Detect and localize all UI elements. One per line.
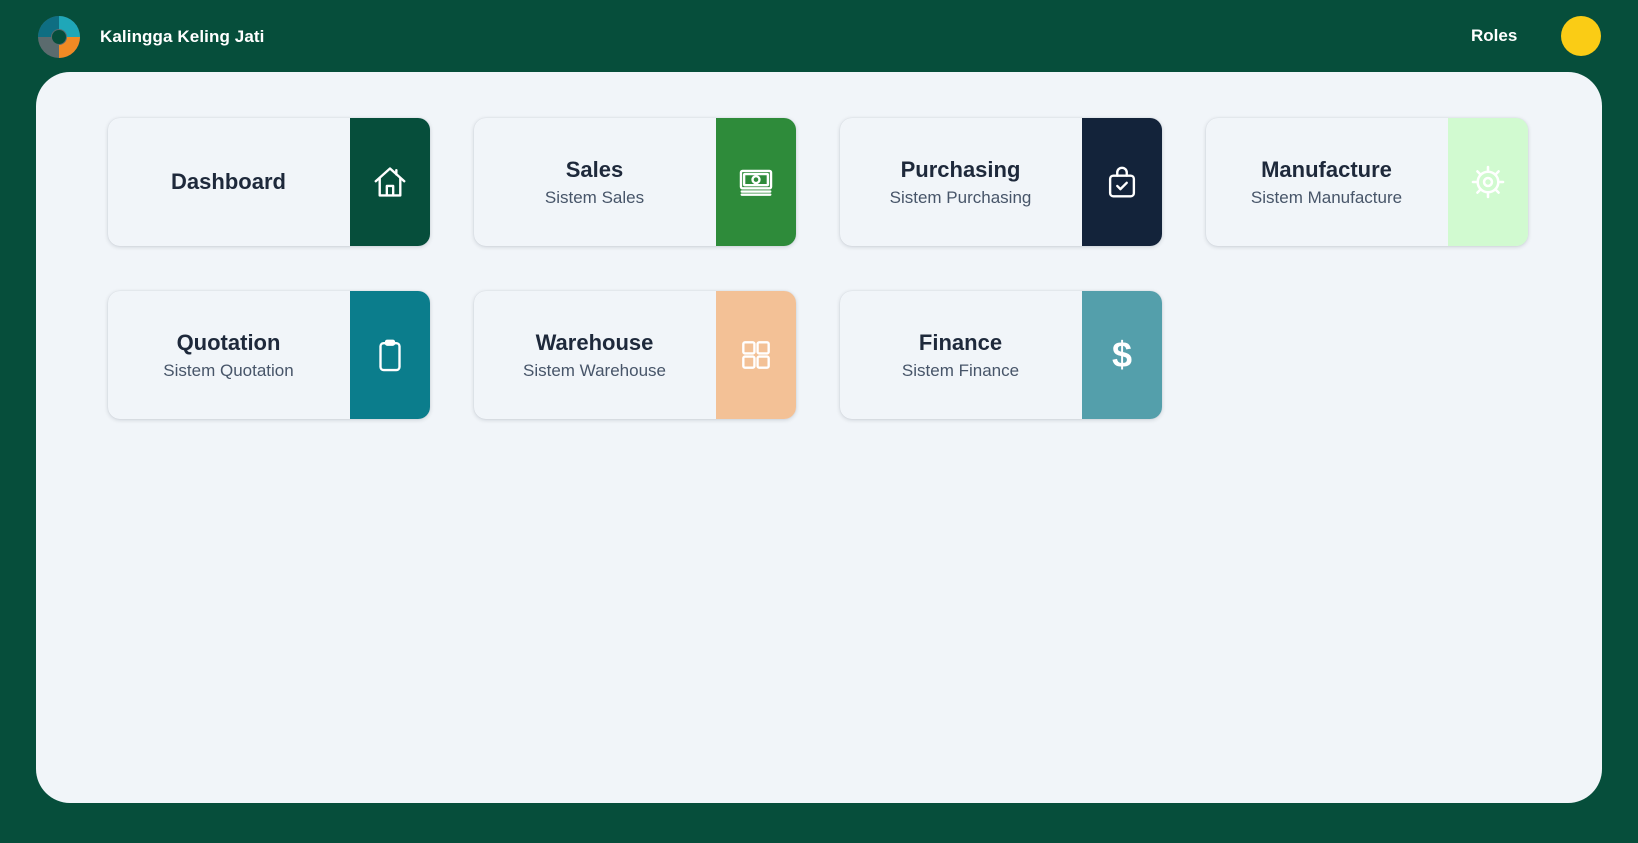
card-subtitle: Sistem Warehouse — [523, 360, 666, 380]
manufacture-card[interactable]: Manufacture Sistem Manufacture — [1206, 118, 1528, 246]
gear-icon — [1471, 165, 1505, 199]
main-panel: Dashboard Sales Sistem Sales Purchasing … — [36, 72, 1602, 803]
card-title: Sales — [565, 156, 624, 182]
card-icon-box — [716, 291, 796, 419]
clipboard-icon — [379, 339, 401, 372]
cash-icon — [739, 169, 773, 196]
warehouse-card[interactable]: Warehouse Sistem Warehouse — [474, 291, 796, 419]
card-text: Warehouse Sistem Warehouse — [474, 291, 715, 419]
card-text: Manufacture Sistem Manufacture — [1206, 118, 1447, 246]
grid-icon — [742, 341, 770, 369]
card-title: Manufacture — [1261, 156, 1392, 182]
card-title: Warehouse — [535, 329, 654, 355]
card-icon-box — [1082, 118, 1162, 246]
quotation-card[interactable]: Quotation Sistem Quotation — [108, 291, 430, 419]
dashboard-card[interactable]: Dashboard — [108, 118, 430, 246]
logo-icon — [38, 16, 80, 58]
card-icon-box — [350, 118, 430, 246]
finance-card[interactable]: Finance Sistem Finance $ — [840, 291, 1162, 419]
module-grid: Dashboard Sales Sistem Sales Purchasing … — [108, 118, 1528, 419]
card-icon-box: $ — [1082, 291, 1162, 419]
avatar[interactable] — [1561, 16, 1601, 56]
card-text: Quotation Sistem Quotation — [108, 291, 349, 419]
card-icon-box — [716, 118, 796, 246]
card-subtitle: Sistem Purchasing — [889, 187, 1032, 207]
card-text: Sales Sistem Sales — [474, 118, 715, 246]
card-subtitle: Sistem Sales — [544, 187, 645, 207]
top-bar: Kalingga Keling Jati Roles — [0, 0, 1638, 72]
card-icon-box — [350, 291, 430, 419]
card-subtitle: Sistem Quotation — [163, 360, 294, 380]
card-subtitle: Sistem Manufacture — [1250, 187, 1403, 207]
brand-name: Kalingga Keling Jati — [100, 27, 265, 46]
card-text: Dashboard — [108, 118, 349, 246]
dollar-icon: $ — [1111, 334, 1133, 375]
home-icon — [374, 167, 406, 197]
card-subtitle: Sistem Finance — [901, 360, 1020, 380]
roles-link[interactable]: Roles — [1471, 26, 1517, 46]
card-text: Purchasing Sistem Purchasing — [840, 118, 1081, 246]
card-text: Finance Sistem Finance — [840, 291, 1081, 419]
card-icon-box — [1448, 118, 1528, 246]
card-title: Quotation — [176, 329, 281, 355]
sales-card[interactable]: Sales Sistem Sales — [474, 118, 796, 246]
card-title: Purchasing — [900, 156, 1021, 182]
card-title: Finance — [918, 329, 1003, 355]
shopping-bag-icon — [1108, 166, 1136, 198]
purchasing-card[interactable]: Purchasing Sistem Purchasing — [840, 118, 1162, 246]
card-title: Dashboard — [171, 169, 286, 194]
brand[interactable]: Kalingga Keling Jati — [36, 14, 264, 60]
